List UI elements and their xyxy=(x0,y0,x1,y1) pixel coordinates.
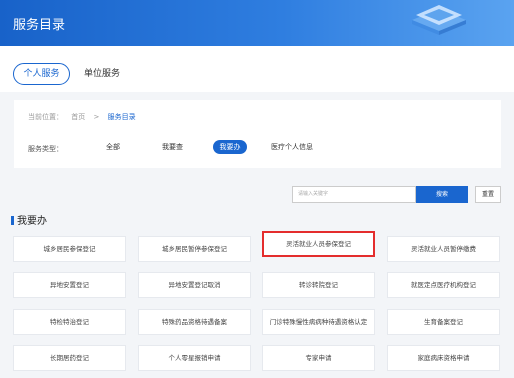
search-button[interactable]: 搜索 xyxy=(416,186,468,203)
service-item[interactable]: 特检特治登记 xyxy=(13,309,126,335)
service-item[interactable]: 家庭病床资格申请 xyxy=(387,345,500,371)
reset-button[interactable]: 重置 xyxy=(475,186,501,203)
filter-option-medical-info[interactable]: 医疗个人信息 xyxy=(271,140,313,154)
search-input[interactable]: 请输入关键字 xyxy=(292,186,416,203)
breadcrumb-label: 当前位置： xyxy=(28,113,63,121)
filter-option-query[interactable]: 我要查 xyxy=(162,140,183,154)
breadcrumb-separator: > xyxy=(93,113,100,121)
section-marker xyxy=(11,216,14,225)
breadcrumb: 当前位置： 首页 > 服务目录 xyxy=(28,112,142,122)
service-tabs xyxy=(0,46,514,92)
service-item[interactable]: 转诊转院登记 xyxy=(262,272,375,298)
filter-label: 服务类型： xyxy=(28,145,63,153)
page-title: 服务目录 xyxy=(13,18,66,33)
tab-unit-service[interactable]: 单位服务 xyxy=(84,63,120,85)
breadcrumb-home[interactable]: 首页 xyxy=(71,113,85,121)
service-item[interactable]: 异地安置登记取消 xyxy=(138,272,251,298)
section-title-text: 我要办 xyxy=(17,216,47,227)
section-heading: 我要办 xyxy=(11,212,47,227)
service-item[interactable]: 生育备案登记 xyxy=(387,309,500,335)
service-item[interactable]: 个人零星报销申请 xyxy=(138,345,251,371)
filter-option-handle[interactable]: 我要办 xyxy=(213,140,247,154)
service-item[interactable]: 灵活就业人员暂停缴费 xyxy=(387,236,500,262)
service-item-highlighted[interactable]: 灵活就业人员参保登记 xyxy=(262,231,375,257)
service-item[interactable]: 特殊药品资格待遇备案 xyxy=(138,309,251,335)
service-item[interactable]: 城乡居民参保登记 xyxy=(13,236,126,262)
banner-illustration xyxy=(412,5,466,35)
filter-option-all[interactable]: 全部 xyxy=(106,140,120,154)
service-item[interactable]: 异地安置登记 xyxy=(13,272,126,298)
service-item[interactable]: 门诊特殊慢性病病种待遇资格认定 xyxy=(262,309,375,335)
service-item[interactable]: 就医定点医疗机构登记 xyxy=(387,272,500,298)
filter-panel: 当前位置： 首页 > 服务目录 服务类型： 全部 我要查 我要办 医疗个人信息 xyxy=(14,100,501,168)
service-item[interactable]: 城乡居民暂停参保登记 xyxy=(138,236,251,262)
header-banner: 服务目录 xyxy=(0,0,514,46)
service-item[interactable]: 专家申请 xyxy=(262,345,375,371)
service-item[interactable]: 长期居药登记 xyxy=(13,345,126,371)
tab-personal-service[interactable]: 个人服务 xyxy=(13,63,70,85)
breadcrumb-current: 服务目录 xyxy=(107,113,136,121)
